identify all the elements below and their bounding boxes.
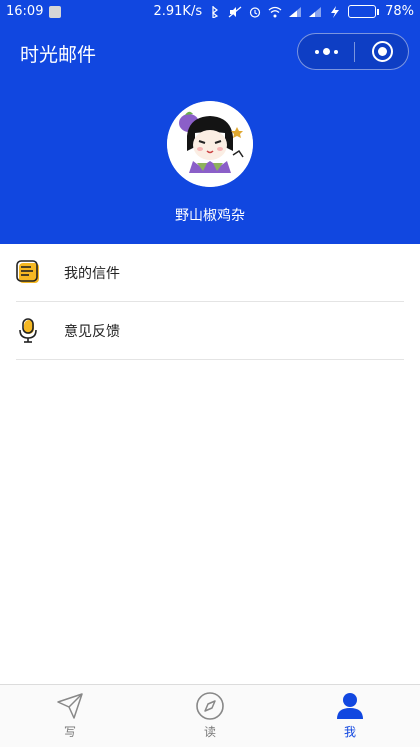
more-dot-icon — [322, 48, 330, 55]
cartoon-avatar-icon — [167, 101, 253, 187]
avatar[interactable] — [167, 101, 253, 187]
alarm-icon — [249, 6, 261, 18]
signal-icon-2 — [309, 6, 322, 17]
letter-icon — [16, 259, 42, 286]
profile-menu: 我的信件 意见反馈 — [16, 244, 404, 360]
tab-read[interactable]: 读 — [140, 685, 280, 747]
battery-icon — [348, 5, 380, 18]
bottom-tab-bar: 写 读 我 — [0, 684, 420, 747]
network-speed: 2.91K/s — [153, 4, 203, 19]
notification-icon — [49, 5, 62, 18]
user-nickname: 野山椒鸡杂 — [175, 208, 245, 224]
menu-item-feedback[interactable]: 意见反馈 — [16, 302, 404, 360]
paper-plane-icon — [57, 693, 83, 719]
battery-percent: 78% — [385, 4, 414, 19]
capsule-divider — [354, 42, 355, 62]
menu-item-label: 意见反馈 — [64, 323, 120, 340]
mini-program-capsule — [297, 33, 409, 70]
charging-icon — [331, 5, 340, 18]
tab-write[interactable]: 写 — [0, 685, 140, 747]
tab-label: 读 — [203, 725, 216, 739]
profile-header: 时光邮件 野山椒鸡杂 — [0, 24, 420, 244]
menu-item-my-letters[interactable]: 我的信件 — [16, 244, 404, 302]
status-bar: 16:09 2.91K/s 78% — [0, 0, 420, 24]
bluetooth-icon — [212, 5, 219, 18]
mute-icon — [228, 6, 242, 17]
status-left: 16:09 — [6, 4, 62, 19]
tab-label: 写 — [63, 725, 76, 739]
page-title: 时光邮件 — [20, 44, 97, 66]
close-mini-program-button[interactable] — [372, 41, 393, 62]
status-time: 16:09 — [6, 4, 44, 19]
status-right: 2.91K/s 78% — [153, 4, 414, 19]
microphone-icon — [16, 317, 42, 344]
wifi-icon — [268, 6, 282, 17]
user-icon — [337, 693, 363, 719]
compass-icon — [196, 692, 224, 720]
more-dot-icon — [314, 49, 319, 54]
menu-item-label: 我的信件 — [64, 265, 120, 282]
more-dot-icon — [333, 49, 338, 54]
more-button[interactable] — [298, 34, 354, 69]
signal-icon-1 — [289, 6, 302, 17]
tab-me[interactable]: 我 — [280, 685, 420, 747]
tab-label: 我 — [343, 725, 356, 739]
